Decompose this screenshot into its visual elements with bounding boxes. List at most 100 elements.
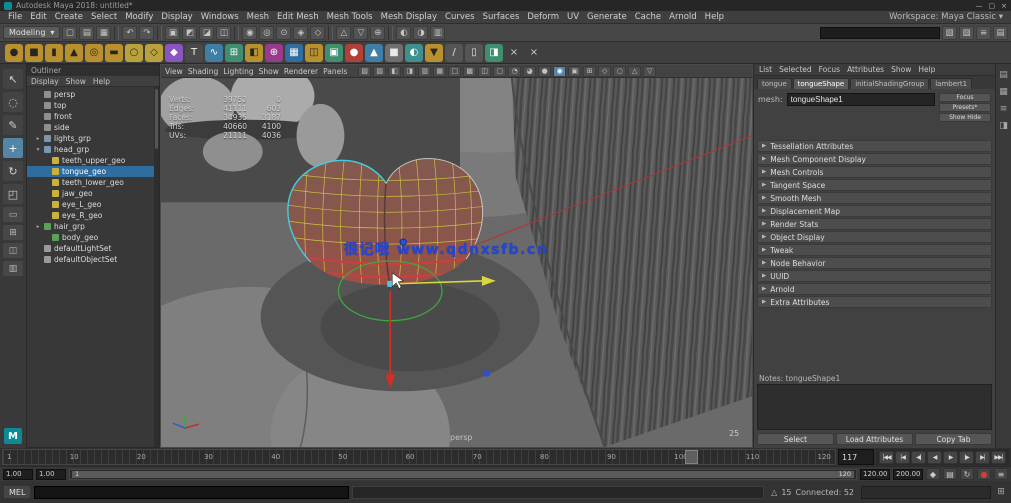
attribute-editor-menu-item[interactable]: Help: [918, 65, 935, 74]
layout-outliner-persp[interactable]: ▥: [3, 261, 23, 276]
attribute-section-header[interactable]: ▶ Displacement Map: [757, 205, 992, 217]
redo-icon[interactable]: ↷: [139, 26, 154, 40]
render-icon[interactable]: ◐: [396, 26, 411, 40]
disclosure-arrow[interactable]: ▸: [35, 224, 41, 230]
scale-tool[interactable]: ◰: [3, 184, 23, 204]
command-language-toggle[interactable]: MEL: [3, 485, 31, 499]
channel-box-toggle-icon[interactable]: ≡: [998, 103, 1010, 115]
viewport-toolbar-icon[interactable]: ◉: [553, 66, 566, 77]
outliner-item[interactable]: defaultLightSet: [27, 243, 159, 254]
play-forwards-button[interactable]: ▶: [943, 451, 958, 464]
viewport-toolbar-icon[interactable]: ◔: [508, 66, 521, 77]
character-set-icon[interactable]: ◆: [926, 468, 940, 480]
smooth-icon[interactable]: ▲: [365, 44, 383, 62]
current-frame-marker[interactable]: [685, 450, 698, 464]
multi-cut-icon[interactable]: ●: [345, 44, 363, 62]
menu-item[interactable]: Display: [157, 12, 196, 22]
poly-plane-icon[interactable]: ▬: [105, 44, 123, 62]
select-object-icon[interactable]: ◩: [182, 26, 197, 40]
viewport-toolbar-icon[interactable]: ◧: [388, 66, 401, 77]
snap-point-icon[interactable]: ⊙: [276, 26, 291, 40]
attribute-editor-toggle-icon[interactable]: ▤: [998, 69, 1010, 81]
outliner-item[interactable]: jaw_geo: [27, 188, 159, 199]
range-slider[interactable]: 1 120: [69, 469, 857, 480]
separate-icon[interactable]: ▦: [285, 44, 303, 62]
viewport-toolbar-icon[interactable]: ◇: [598, 66, 611, 77]
ipr-render-icon[interactable]: ◑: [413, 26, 428, 40]
attribute-editor-menu-item[interactable]: Show: [891, 65, 911, 74]
node-name-field[interactable]: [787, 93, 935, 106]
select-tool[interactable]: ↖: [3, 69, 23, 89]
workspace-selector[interactable]: Workspace: Maya Classic ▾: [889, 12, 1007, 22]
viewport-toolbar-icon[interactable]: ◫: [478, 66, 491, 77]
outliner-item[interactable]: defaultObjectSet: [27, 254, 159, 265]
step-forward-frame-button[interactable]: |▶: [959, 451, 974, 464]
attribute-editor-menu-item[interactable]: Attributes: [847, 65, 884, 74]
menu-item[interactable]: Cache: [631, 12, 665, 22]
outliner-menu-item[interactable]: Display: [31, 77, 59, 86]
tool-settings-toggle-icon[interactable]: ▦: [998, 86, 1010, 98]
attribute-section-header[interactable]: ▶ UUID: [757, 270, 992, 282]
curve-tool-icon[interactable]: ∿: [205, 44, 223, 62]
toggle-channel-box-icon[interactable]: ≡: [976, 26, 991, 40]
animation-start-field[interactable]: 1.00: [3, 469, 33, 480]
outliner-item[interactable]: eye_L_geo: [27, 199, 159, 210]
attribute-editor-menu-item[interactable]: Selected: [779, 65, 812, 74]
attribute-editor-mini-button[interactable]: Focus: [939, 93, 991, 102]
outliner-item[interactable]: ▸ hair_grp: [27, 221, 159, 232]
save-scene-icon[interactable]: ▦: [96, 26, 111, 40]
attribute-editor-tab[interactable]: lambert1: [930, 78, 972, 89]
attribute-editor-tab[interactable]: tongue: [757, 78, 792, 89]
delete-history-icon[interactable]: ×: [505, 44, 523, 62]
animation-preferences-icon[interactable]: ≡: [994, 468, 1008, 480]
outliner-item[interactable]: persp: [27, 89, 159, 100]
toggle-attribute-editor-icon[interactable]: ▧: [942, 26, 957, 40]
outliner-item[interactable]: tongue_geo: [27, 166, 159, 177]
outputs-icon[interactable]: ⊕: [370, 26, 385, 40]
attribute-editor-footer-button[interactable]: Select: [757, 433, 834, 445]
bridge-icon[interactable]: ▯: [465, 44, 483, 62]
paint-select-tool[interactable]: ✎: [3, 115, 23, 135]
viewport-toolbar-icon[interactable]: ▢: [493, 66, 506, 77]
viewport-toolbar-icon[interactable]: △: [628, 66, 641, 77]
attribute-editor-menu-item[interactable]: List: [759, 65, 772, 74]
minimize-button[interactable]: —: [976, 2, 983, 10]
play-backwards-button[interactable]: ◀: [927, 451, 942, 464]
move-tool[interactable]: +: [3, 138, 23, 158]
attribute-section-header[interactable]: ▶ Object Display: [757, 231, 992, 243]
viewport-toolbar-icon[interactable]: ▧: [358, 66, 371, 77]
outliner-item[interactable]: teeth_upper_geo: [27, 155, 159, 166]
status-icon[interactable]: [114, 26, 119, 40]
sweep-mesh-icon[interactable]: ⊞: [225, 44, 243, 62]
extrude-icon[interactable]: ◫: [305, 44, 323, 62]
outliner-item[interactable]: ▾ head_grp: [27, 144, 159, 155]
poly-torus-icon[interactable]: ◎: [85, 44, 103, 62]
attribute-section-header[interactable]: ▶ Tessellation Attributes: [757, 140, 992, 152]
mirror-icon[interactable]: ■: [385, 44, 403, 62]
animation-end-field[interactable]: 200.00: [893, 469, 923, 480]
attribute-section-header[interactable]: ▶ Extra Attributes: [757, 296, 992, 308]
rotate-tool[interactable]: ↻: [3, 161, 23, 181]
viewport-menu-item[interactable]: Renderer: [284, 67, 318, 76]
status-icon[interactable]: [328, 26, 333, 40]
viewport-toolbar-icon[interactable]: ○: [613, 66, 626, 77]
outliner-item[interactable]: top: [27, 100, 159, 111]
attribute-section-header[interactable]: ▶ Mesh Controls: [757, 166, 992, 178]
playback-start-field[interactable]: 1.00: [36, 469, 66, 480]
open-scene-icon[interactable]: ▤: [79, 26, 94, 40]
insert-edge-loop-icon[interactable]: /: [445, 44, 463, 62]
menu-item[interactable]: Help: [701, 12, 728, 22]
menu-item[interactable]: Edit: [26, 12, 50, 22]
toggle-tool-settings-icon[interactable]: ▨: [959, 26, 974, 40]
outliner-item[interactable]: teeth_lower_geo: [27, 177, 159, 188]
grid-menu-icon[interactable]: ⊞: [994, 485, 1008, 499]
viewport-menu-item[interactable]: Panels: [323, 67, 347, 76]
viewport-toolbar-icon[interactable]: ▣: [568, 66, 581, 77]
highlight-icon[interactable]: ◫: [216, 26, 231, 40]
attribute-editor-tab[interactable]: initialShadingGroup: [850, 78, 929, 89]
menu-item[interactable]: Select: [87, 12, 121, 22]
render-settings-icon[interactable]: ▥: [430, 26, 445, 40]
lasso-select-tool[interactable]: ◌: [3, 92, 23, 112]
nurbs-square-icon[interactable]: ◇: [145, 44, 163, 62]
live-surface-icon[interactable]: ◇: [310, 26, 325, 40]
